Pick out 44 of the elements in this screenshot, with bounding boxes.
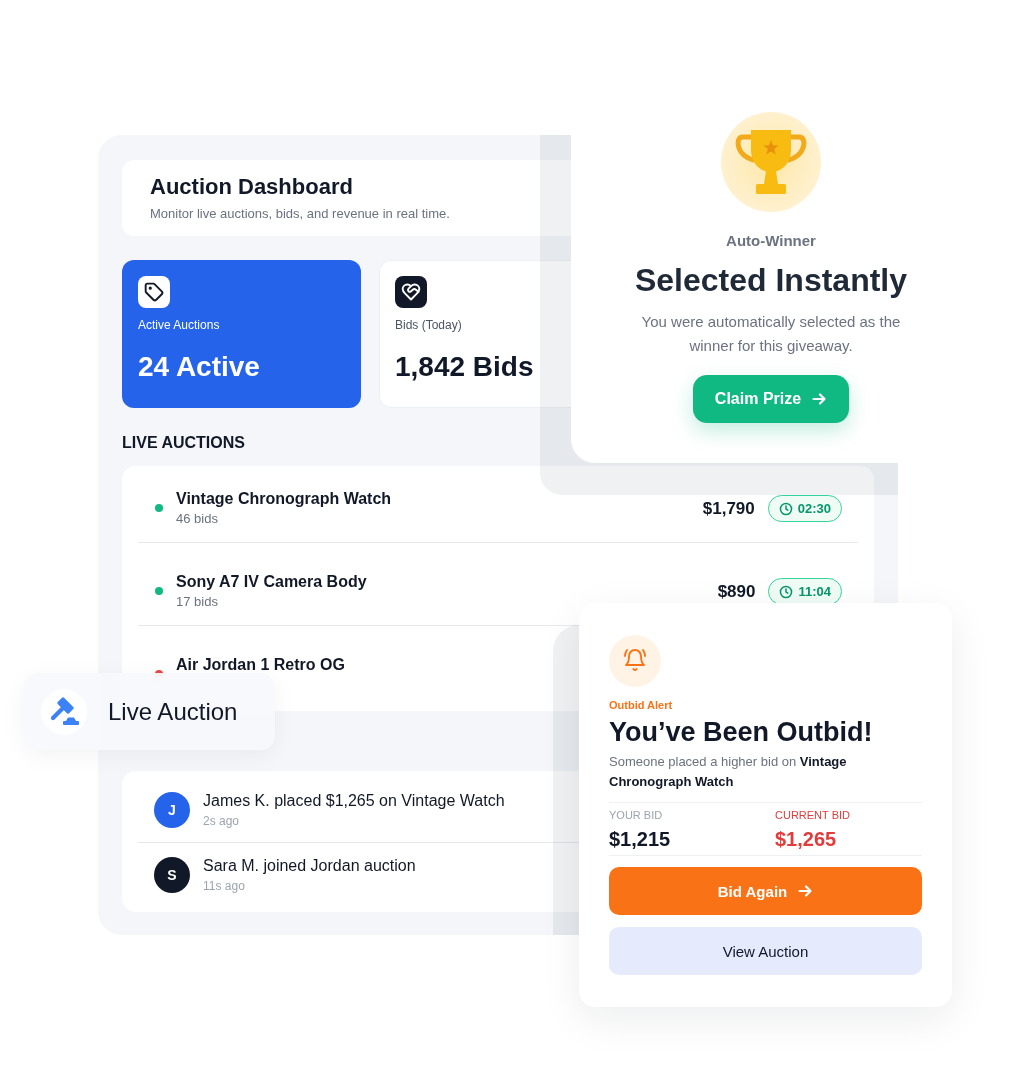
auction-name: Sony A7 IV Camera Body: [176, 572, 367, 592]
outbid-title: You’ve Been Outbid!: [609, 716, 873, 748]
activity-text: Sara M. joined Jordan auction: [203, 856, 416, 876]
tag-icon: [138, 276, 170, 308]
outbid-message: Someone placed a higher bid on Vintage Chronograph Watch: [609, 753, 848, 791]
bid-label: CURRENT BID: [775, 808, 850, 822]
bid-amount: $1,265: [775, 827, 837, 852]
auction-price: $890: [717, 582, 756, 602]
time-left: 11:04: [798, 584, 831, 599]
time-left: 02:30: [797, 501, 831, 516]
bid-count: 17 bids: [176, 594, 218, 610]
section-heading: LIVE AUCTIONS: [122, 433, 245, 453]
arrow-right-icon: [811, 391, 828, 407]
bid-label: YOUR BID: [609, 808, 663, 822]
stat-value: 1,842 Bids: [395, 350, 534, 384]
clock-icon: [778, 501, 793, 516]
gavel-icon: [41, 688, 87, 735]
alert-label: Outbid Alert: [609, 698, 673, 712]
dashboard-title: Auction Dashboard: [150, 173, 353, 201]
secondary-button[interactable]: View Auction: [609, 927, 922, 975]
dashboard-subtitle: Monitor live auctions, bids, and revenue in real time.: [150, 205, 450, 223]
stat-label: Active Auctions: [138, 317, 220, 333]
activity-text: James K. placed $1,265 on Vintage Watch: [203, 791, 505, 811]
activity-time: 2s ago: [203, 813, 240, 829]
arrow-right-icon: [797, 883, 814, 899]
activity-time: 11s ago: [203, 878, 245, 894]
trophy-icon: [721, 112, 821, 212]
primary-button[interactable]: Bid Again: [609, 867, 922, 915]
stat-label: Bids (Today): [395, 317, 462, 333]
bell-icon: [609, 635, 661, 687]
bid-count: 46 bids: [176, 511, 218, 527]
avatar: S: [154, 857, 190, 893]
auction-name: Air Jordan 1 Retro OG: [176, 655, 345, 675]
auction-name: Vintage Chronograph Watch: [176, 489, 392, 509]
clock-icon: [779, 584, 794, 599]
auction-price: $1,790: [702, 499, 755, 519]
avatar: J: [154, 792, 190, 828]
bid-amount: $1,215: [609, 827, 671, 852]
claim-prize-button[interactable]: Claim Prize: [692, 375, 850, 423]
stat-value: 24 Active: [138, 350, 260, 384]
winner-label: Auto-Winner: [726, 231, 816, 251]
winner-title: Selected Instantly: [634, 261, 908, 299]
badge-label: Live Auction: [108, 696, 238, 727]
winner-message: You were automatically selected as the winner for this giveaway.: [640, 312, 902, 356]
